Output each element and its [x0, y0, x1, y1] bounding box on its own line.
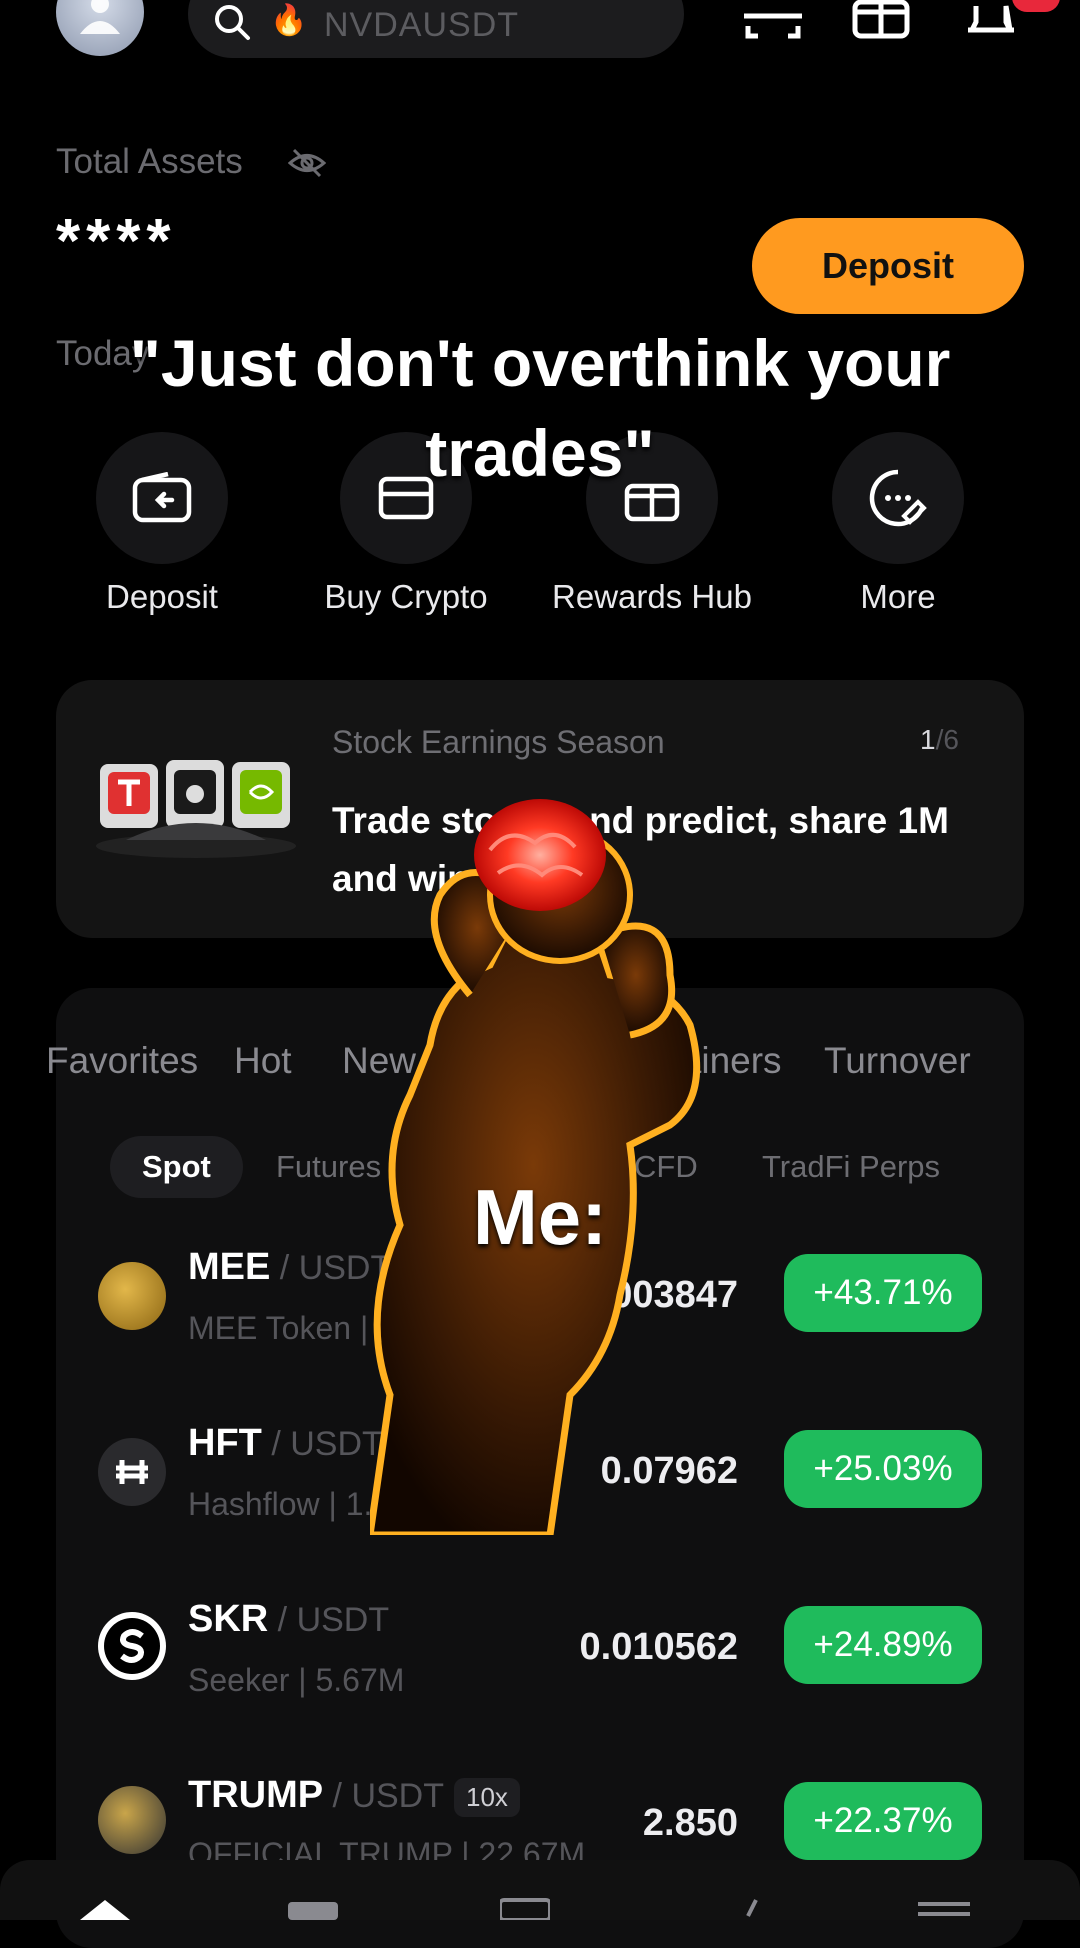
coin-subtitle: Seeker | 5.67M [188, 1662, 405, 1698]
home-icon[interactable] [80, 1896, 130, 1920]
hashflow-coin-icon [98, 1438, 166, 1506]
scan-icon[interactable] [744, 0, 802, 40]
coin-symbol[interactable]: SKR / USDT [188, 1598, 389, 1641]
quick-action-label: Rewards Hub [552, 578, 752, 615]
mee-coin-icon [98, 1262, 166, 1330]
eye-off-icon[interactable] [288, 148, 326, 178]
fire-icon: 🔥 [270, 4, 308, 37]
deposit-button[interactable]: Deposit [752, 218, 1024, 314]
subtab-spot[interactable]: Spot [110, 1136, 243, 1198]
markets-icon[interactable] [288, 1896, 338, 1920]
notification-badge [1012, 0, 1060, 12]
search-placeholder: NVDAUSDT [324, 6, 520, 44]
subtab-tradfi-perps[interactable]: TradFi Perps [762, 1136, 940, 1198]
subtab-futures[interactable]: Futures [276, 1136, 381, 1198]
leverage-badge: 10x [454, 1778, 520, 1817]
change-badge[interactable]: +43.71% [784, 1254, 982, 1332]
quick-action-label: Deposit [106, 578, 218, 615]
avatar[interactable] [56, 0, 144, 56]
search-icon [215, 5, 250, 40]
change-badge[interactable]: +24.89% [784, 1606, 982, 1684]
meme-caption: "Just don't overthink your trades" [129, 326, 951, 490]
trade-icon[interactable] [500, 1896, 550, 1920]
overthinking-figure-image [370, 799, 701, 1535]
change-badge[interactable]: +22.37% [784, 1782, 982, 1860]
tab-turnover[interactable]: Turnover [824, 1040, 971, 1082]
quick-action-label: More [860, 578, 936, 615]
search-bar[interactable]: 🔥 NVDAUSDT [188, 0, 684, 58]
quick-action-label: Buy Crypto [324, 578, 488, 615]
coin-price: 2.850 [642, 1802, 738, 1844]
coin-symbol[interactable]: HFT / USDT [188, 1422, 383, 1465]
avatar-icon [80, 0, 120, 34]
gift-icon[interactable] [852, 0, 910, 40]
meme-label: Me: [472, 1173, 608, 1261]
stock-tiles-illustration [96, 760, 296, 858]
futures-icon[interactable] [738, 1896, 768, 1920]
assets-icon[interactable] [918, 1896, 970, 1920]
bell-icon[interactable] [962, 0, 1020, 40]
total-assets-label: Total Assets [56, 142, 243, 181]
tab-favorites[interactable]: Favorites [46, 1040, 198, 1082]
coin-price: 0.010562 [579, 1626, 739, 1668]
coin-symbol[interactable]: TRUMP / USDT [188, 1774, 444, 1817]
total-assets-value: **** [56, 207, 177, 276]
coin-symbol[interactable]: MEE / USDT [188, 1246, 391, 1289]
banner-pagination: 1/6 [920, 724, 959, 755]
top-bar: 🔥 NVDAUSDT [0, 0, 1080, 70]
tab-hot[interactable]: Hot [234, 1040, 292, 1082]
seeker-coin-icon [98, 1612, 166, 1680]
banner-kicker: Stock Earnings Season [332, 724, 665, 760]
trump-coin-icon [98, 1786, 166, 1854]
change-badge[interactable]: +25.03% [784, 1430, 982, 1508]
